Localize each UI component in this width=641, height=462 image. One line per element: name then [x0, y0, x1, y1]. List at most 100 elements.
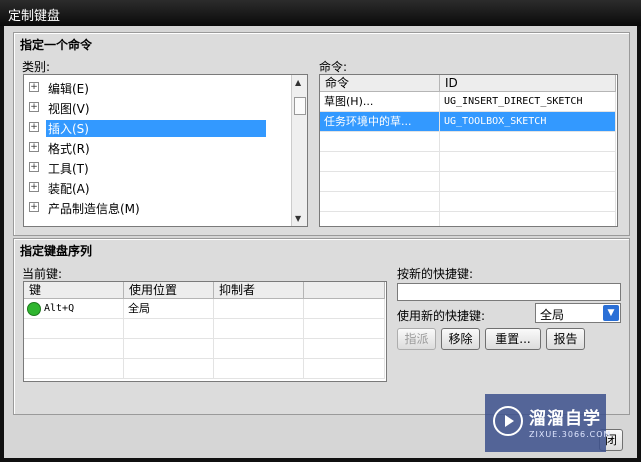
keys-header-key[interactable]: 键: [24, 282, 124, 299]
command-name-cell: [320, 172, 440, 191]
command-row[interactable]: [320, 132, 616, 152]
key-row[interactable]: [24, 339, 385, 359]
window-title: 定制键盘: [8, 9, 61, 24]
category-label-text: 产品制造信息(M): [48, 202, 140, 216]
reset-button[interactable]: 重置...: [485, 328, 541, 350]
plus-box-icon[interactable]: +: [29, 142, 39, 152]
command-id-cell: [440, 212, 616, 226]
use-new-shortcut-label: 使用新的快捷键:: [397, 309, 486, 323]
plus-box-icon[interactable]: +: [29, 122, 39, 132]
title-bar[interactable]: 定制键盘: [0, 0, 641, 26]
command-name-cell: [320, 152, 440, 171]
command-row[interactable]: 草图(H)... UG_INSERT_DIRECT_SKETCH: [320, 92, 616, 112]
category-label-text: 编辑(E): [48, 82, 89, 96]
watermark: 溜溜自学 ZIXUE.3066.COM: [485, 394, 610, 452]
command-name-cell: 草图(H)...: [320, 92, 440, 111]
use-new-shortcut-select[interactable]: 全局 ▼: [535, 303, 621, 323]
location-cell: [124, 359, 214, 378]
sequence-group-title: 指定键盘序列: [20, 244, 93, 258]
key-cell: Alt+Q: [24, 299, 124, 318]
arrow-down-icon[interactable]: ▼: [295, 214, 301, 223]
plus-box-icon[interactable]: +: [29, 202, 39, 212]
key-cell: [24, 319, 124, 338]
key-row[interactable]: Alt+Q 全局: [24, 299, 385, 319]
suppressor-cell: [214, 339, 304, 358]
command-id-cell: [440, 172, 616, 191]
chevron-down-icon[interactable]: ▼: [603, 305, 619, 321]
sequence-group: 指定键盘序列 当前键: 键 使用位置 抑制者 Alt+Q 全局 按新的快捷键: 使…: [13, 238, 630, 415]
commands-table[interactable]: 命令 ID 草图(H)... UG_INSERT_DIRECT_SKETCH 任务环…: [319, 74, 618, 227]
suppressor-cell: [214, 319, 304, 338]
command-name-cell: [320, 132, 440, 151]
category-label-text: 装配(A): [48, 182, 90, 196]
current-keys-label: 当前键:: [22, 267, 63, 281]
suppressor-cell: [214, 299, 304, 318]
command-row[interactable]: [320, 152, 616, 172]
key-row[interactable]: [24, 319, 385, 339]
command-row[interactable]: [320, 192, 616, 212]
assign-button[interactable]: 指派: [397, 328, 436, 350]
category-label-text: 插入(S): [46, 120, 266, 137]
command-name-cell: [320, 192, 440, 211]
category-label-text: 工具(T): [48, 162, 89, 176]
command-id-cell: UG_TOOLBOX_SKETCH: [440, 112, 616, 131]
scroll-thumb[interactable]: [294, 97, 306, 115]
extra-cell: [304, 319, 385, 338]
category-item[interactable]: + 装配(A): [24, 177, 288, 197]
category-tree[interactable]: + 编辑(E) + 视图(V) + 插入(S) + 格式(R) + 工具(T) + 装配(A) + 产品制…: [23, 74, 308, 227]
category-label: 类别:: [22, 60, 51, 74]
keys-header-extra[interactable]: [304, 282, 385, 299]
commands-label: 命令:: [319, 60, 348, 74]
category-item[interactable]: + 插入(S): [24, 117, 288, 137]
location-cell: [124, 319, 214, 338]
watermark-name: 溜溜自学: [529, 409, 601, 429]
command-id-cell: UG_INSERT_DIRECT_SKETCH: [440, 92, 616, 111]
category-item[interactable]: + 格式(R): [24, 137, 288, 157]
plus-box-icon[interactable]: +: [29, 182, 39, 192]
plus-box-icon[interactable]: +: [29, 102, 39, 112]
command-row[interactable]: 任务环境中的草... UG_TOOLBOX_SKETCH: [320, 112, 616, 132]
extra-cell: [304, 359, 385, 378]
plus-box-icon[interactable]: +: [29, 82, 39, 92]
report-button[interactable]: 报告: [546, 328, 585, 350]
key-text: Alt+Q: [44, 303, 75, 314]
green-circle-icon: [27, 302, 41, 316]
watermark-url: ZIXUE.3066.COM: [529, 430, 612, 439]
command-id-cell: [440, 192, 616, 211]
category-scrollbar[interactable]: ▲ ▼: [291, 75, 307, 226]
location-cell: [124, 339, 214, 358]
command-group-title: 指定一个命令: [20, 38, 93, 52]
extra-cell: [304, 339, 385, 358]
suppressor-cell: [214, 359, 304, 378]
command-row[interactable]: [320, 212, 616, 226]
command-name-cell: 任务环境中的草...: [320, 112, 440, 131]
key-row[interactable]: [24, 359, 385, 379]
use-new-shortcut-value: 全局: [540, 308, 565, 322]
category-item[interactable]: + 产品制造信息(M): [24, 197, 288, 217]
key-cell: [24, 359, 124, 378]
command-name-cell: [320, 212, 440, 226]
extra-cell: [304, 299, 385, 318]
arrow-up-icon[interactable]: ▲: [295, 78, 301, 87]
new-shortcut-label: 按新的快捷键:: [397, 267, 474, 281]
dialog-window: 定制键盘 指定一个命令 类别: + 编辑(E) + 视图(V) + 插入(S) + 格式(R)…: [0, 0, 641, 462]
plus-box-icon[interactable]: +: [29, 162, 39, 172]
keys-header-location[interactable]: 使用位置: [124, 282, 214, 299]
location-cell: 全局: [124, 299, 214, 318]
command-group: 指定一个命令 类别: + 编辑(E) + 视图(V) + 插入(S) + 格式(R) + 工具(T…: [13, 32, 630, 236]
category-item[interactable]: + 工具(T): [24, 157, 288, 177]
command-id-cell: [440, 132, 616, 151]
category-item[interactable]: + 视图(V): [24, 97, 288, 117]
category-label-text: 格式(R): [48, 142, 90, 156]
command-row[interactable]: [320, 172, 616, 192]
commands-header-id[interactable]: ID: [440, 75, 616, 92]
remove-button[interactable]: 移除: [441, 328, 480, 350]
current-keys-table[interactable]: 键 使用位置 抑制者 Alt+Q 全局: [23, 281, 387, 382]
new-shortcut-input[interactable]: [397, 283, 621, 301]
command-id-cell: [440, 152, 616, 171]
keys-header-suppressor[interactable]: 抑制者: [214, 282, 304, 299]
play-logo-icon: [493, 406, 523, 436]
category-label-text: 视图(V): [48, 102, 90, 116]
commands-header-command[interactable]: 命令: [320, 75, 440, 92]
category-item[interactable]: + 编辑(E): [24, 77, 288, 97]
